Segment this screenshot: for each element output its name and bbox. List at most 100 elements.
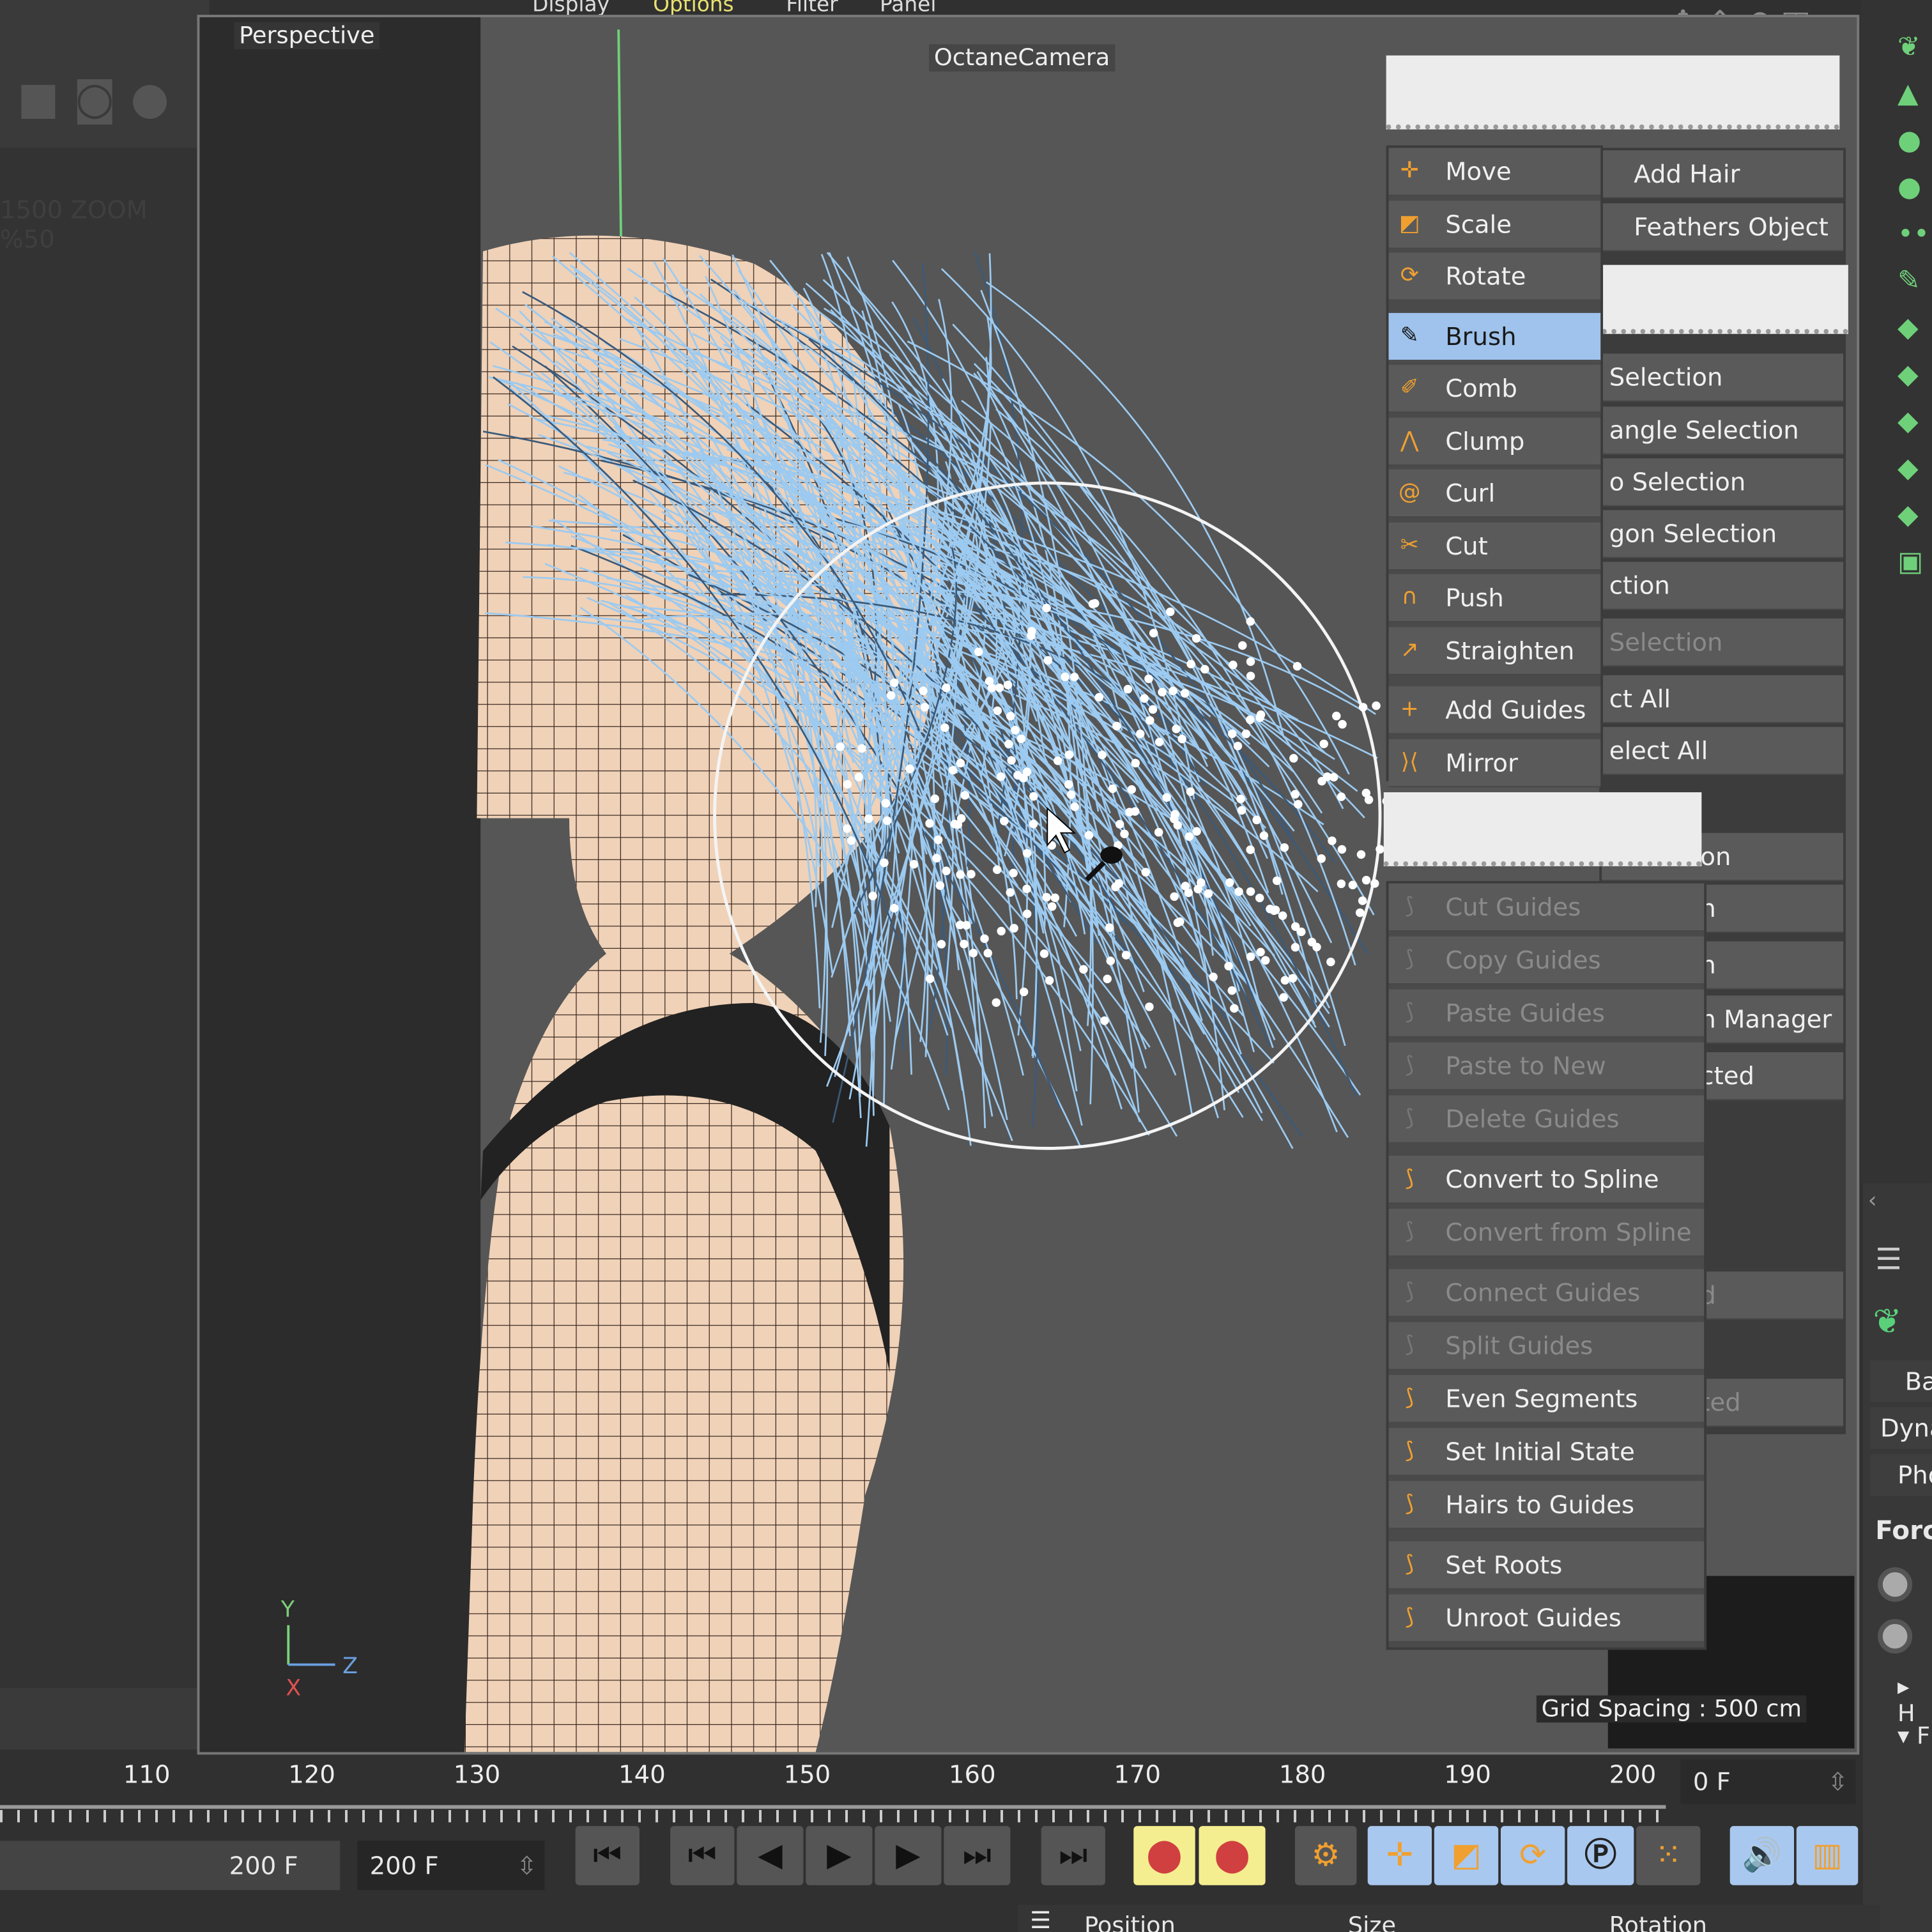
guide-point	[1103, 974, 1112, 983]
guide-point	[1022, 884, 1031, 894]
next-key-button[interactable]: ⏭	[944, 1826, 1011, 1885]
guide-point	[1064, 780, 1073, 789]
menu-item-hairs-to-guides[interactable]: ⟆ Hairs to Guides	[1388, 1481, 1705, 1529]
cut-icon: ✂	[1400, 532, 1419, 558]
guide-point	[1337, 845, 1347, 854]
camera-label[interactable]: OctaneCamera	[929, 44, 1115, 72]
menu-item-rotate[interactable]: ⟳ Rotate	[1388, 252, 1601, 301]
guide-point	[1255, 893, 1264, 903]
coords-menu-icon[interactable]: ☰	[1030, 1907, 1051, 1932]
radio-2[interactable]	[1878, 1619, 1913, 1654]
guide-point	[1279, 993, 1288, 1002]
guide-point	[940, 723, 949, 732]
group-h[interactable]: ▸ H	[1897, 1673, 1932, 1728]
guide-point	[1114, 879, 1123, 888]
guide-point	[1135, 729, 1145, 739]
menu-item-copy-guides: ⟆ Copy Guides	[1388, 936, 1705, 985]
menu-item-selection[interactable]: Selection	[1602, 353, 1844, 402]
menu-item-feathers-object[interactable]: Feathers Object	[1602, 203, 1844, 252]
menu-item-brush[interactable]: ✎ Brush	[1388, 312, 1601, 361]
menu-item-comb[interactable]: ✐ Comb	[1388, 364, 1601, 413]
menu-item-even-segments[interactable]: ⟆ Even Segments	[1388, 1375, 1705, 1423]
menu-item-convert-to-spline[interactable]: ⟆ Convert to Spline	[1388, 1155, 1705, 1204]
menu-item-mirror[interactable]: ⟩⟨ Mirror	[1388, 739, 1601, 787]
guide-point	[1246, 671, 1255, 680]
timeline-ruler[interactable]	[0, 1756, 1666, 1830]
guide-point	[1337, 792, 1346, 801]
straighten-icon: ↗	[1400, 636, 1419, 663]
guide-point	[1112, 721, 1121, 731]
menu-item-curl[interactable]: @ Curl	[1388, 469, 1601, 518]
keyframe-settings-button[interactable]: ⚙	[1294, 1826, 1357, 1885]
group-f[interactable]: ▾ F	[1897, 1722, 1930, 1749]
hair-object-icon: ❦	[1873, 1301, 1902, 1342]
key-pla-button[interactable]: ⁙	[1636, 1826, 1701, 1885]
menu-item-move[interactable]: ✛ Move	[1388, 148, 1601, 196]
key-parameter-button[interactable]: Ⓟ	[1567, 1826, 1634, 1885]
attr-tab-dynamics[interactable]: Dyna	[1870, 1407, 1932, 1449]
menu-item-set-initial-state[interactable]: ⟆ Set Initial State	[1388, 1428, 1705, 1476]
guide-point	[1019, 987, 1029, 997]
back-arrow-icon[interactable]: ‹	[1868, 1188, 1877, 1214]
guide-point	[987, 684, 997, 693]
menu-item-select-all[interactable]: ct All	[1602, 675, 1844, 724]
guide-point	[1009, 868, 1018, 878]
guide-point	[1022, 848, 1032, 858]
go-to-end-button[interactable]: ⏭	[1041, 1826, 1105, 1885]
guide-point	[1252, 815, 1261, 825]
menu-item-add-hair[interactable]: Add Hair	[1602, 150, 1844, 199]
guide-point	[953, 820, 963, 829]
menu-item-cut[interactable]: ✂ Cut	[1388, 521, 1601, 570]
attr-tab-basic[interactable]: Ba	[1870, 1360, 1932, 1402]
menu-item-selection-2[interactable]: ction	[1602, 562, 1844, 610]
go-to-start-button[interactable]: ⏮	[575, 1826, 640, 1885]
auto-key-button[interactable]: ⬤	[1199, 1826, 1266, 1885]
add-guides-icon: +	[1400, 696, 1419, 723]
guide-point	[1006, 888, 1015, 897]
key-rotation-button[interactable]: ⟳	[1500, 1826, 1565, 1885]
copy-guides-icon: ⟆	[1405, 946, 1414, 972]
guides-menu: ⟆ Cut Guides ⟆ Copy Guides ⟆ Paste Guides ⟆ Pas…	[1388, 883, 1705, 1648]
set-initial-state-icon: ⟆	[1405, 1438, 1414, 1464]
guide-point	[1123, 684, 1133, 694]
key-position-button[interactable]: ✛	[1367, 1826, 1432, 1885]
menu-item-lasso-selection[interactable]: o Selection	[1602, 458, 1844, 507]
menu-item-push[interactable]: ∩ Push	[1388, 574, 1601, 622]
guide-point	[1246, 887, 1255, 896]
menu-item-straighten[interactable]: ↗ Straighten	[1388, 626, 1601, 675]
menu-item-unroot-guides[interactable]: ⟆ Unroot Guides	[1388, 1594, 1705, 1643]
guide-point	[886, 691, 896, 700]
attr-tab-physics[interactable]: Pho	[1870, 1453, 1932, 1496]
menu-item-scale[interactable]: ◩ Scale	[1388, 200, 1601, 249]
menu-item-clump[interactable]: ⋀ Clump	[1388, 417, 1601, 466]
guide-point	[1088, 599, 1098, 609]
scale-icon: ◩	[1399, 210, 1420, 236]
play-button[interactable]: ▶	[806, 1826, 873, 1885]
film-button[interactable]: ▥	[1796, 1826, 1859, 1885]
current-frame-field[interactable]: 0 F ⇳	[1680, 1759, 1856, 1804]
key-scale-button[interactable]: ◩	[1434, 1826, 1499, 1885]
menu-item-set-roots[interactable]: ⟆ Set Roots	[1388, 1541, 1705, 1590]
prev-frame-button[interactable]: ◀	[737, 1826, 804, 1885]
guide-point	[1294, 800, 1303, 809]
connect-guides-icon: ⟆	[1405, 1278, 1414, 1305]
guide-point	[1204, 889, 1213, 898]
prev-key-button[interactable]: ⏮	[670, 1826, 735, 1885]
radio-1[interactable]	[1878, 1567, 1913, 1602]
guide-point	[1230, 1004, 1239, 1013]
next-frame-button[interactable]: ▶	[875, 1826, 942, 1885]
hamburger-menu-icon[interactable]: ☰	[1875, 1242, 1901, 1276]
guide-point	[1162, 793, 1171, 802]
guide-point	[1292, 662, 1302, 671]
sound-button[interactable]: 🔊	[1729, 1826, 1794, 1885]
menu-item-rect-selection[interactable]: angle Selection	[1602, 406, 1844, 455]
menu-item-deselect-all[interactable]: elect All	[1602, 726, 1844, 776]
menu-item-add-guides[interactable]: + Add Guides	[1388, 686, 1601, 735]
guide-point	[1127, 785, 1137, 794]
guide-point	[1200, 664, 1209, 674]
record-button[interactable]: ⬤	[1133, 1826, 1195, 1885]
menu-item-polygon-selection[interactable]: gon Selection	[1602, 510, 1844, 558]
max-frame-field[interactable]: 200 F ⇳	[357, 1841, 545, 1890]
guide-point	[880, 858, 889, 868]
guide-point	[1105, 923, 1114, 932]
